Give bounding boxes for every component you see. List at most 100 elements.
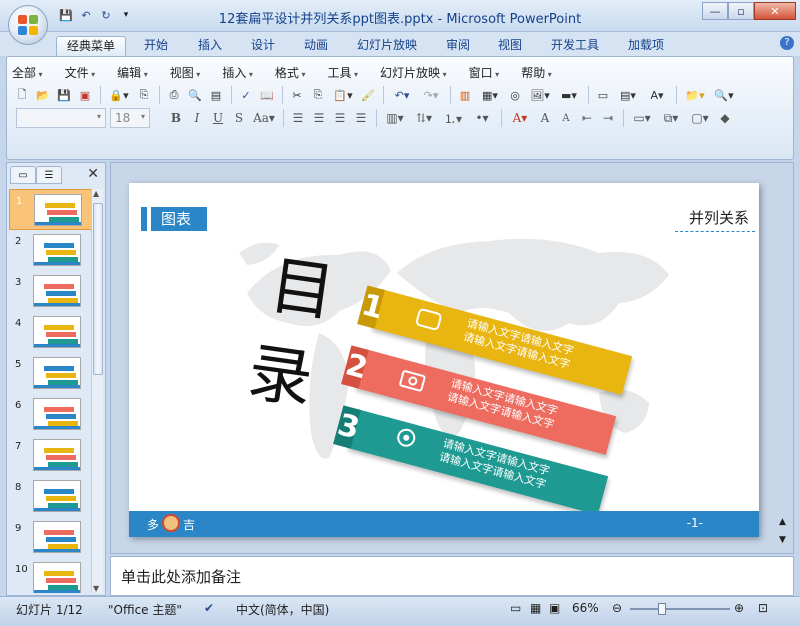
menu-tools[interactable]: 工具 — [327, 64, 358, 80]
align-left-icon[interactable]: ☰ — [288, 108, 308, 128]
menu-view[interactable]: 视图 — [170, 64, 201, 80]
tab-insert[interactable]: 插入 — [188, 36, 232, 56]
slides-tab[interactable]: ▭ — [10, 166, 36, 184]
tab-developer[interactable]: 开发工具 — [541, 36, 609, 56]
zoom-in-icon[interactable]: ⊕ — [734, 601, 744, 615]
status-theme[interactable]: "Office 主题" — [108, 601, 182, 618]
decrease-indent-icon[interactable]: ⇤ — [577, 108, 597, 128]
print-icon[interactable]: ⎙ — [164, 85, 184, 105]
clipart-icon[interactable]: ◎ — [505, 85, 525, 105]
slide-thumbnail[interactable]: 10 — [9, 558, 93, 593]
slide-thumbnail[interactable]: 7 — [9, 435, 93, 476]
folder-icon[interactable]: 📁▾ — [681, 85, 709, 105]
textbox-icon[interactable]: A▾ — [643, 85, 671, 105]
fit-to-window-icon[interactable]: ⊡ — [758, 601, 768, 615]
slide-thumbnail[interactable]: 5 — [9, 353, 93, 394]
prev-slide-icon[interactable]: ▲ — [779, 517, 786, 527]
justify-icon[interactable]: ☰ — [351, 108, 371, 128]
table-icon[interactable]: ▦▾ — [476, 85, 504, 105]
undo-icon[interactable]: ↶▾ — [388, 85, 416, 105]
grow-font-icon[interactable]: A — [535, 108, 555, 128]
line-color-icon[interactable]: ▬▾ — [555, 85, 583, 105]
font-name-select[interactable]: ▾ — [16, 108, 106, 128]
research-icon[interactable]: 📖 — [257, 85, 277, 105]
menu-format[interactable]: 格式 — [275, 64, 306, 80]
minimize-button[interactable]: — — [702, 2, 728, 20]
tab-home[interactable]: 开始 — [134, 36, 178, 56]
menu-insert[interactable]: 插入 — [222, 64, 253, 80]
print-preview-icon[interactable]: 🔍 — [185, 85, 205, 105]
slide-thumbnail[interactable]: 8 — [9, 476, 93, 517]
normal-view-icon[interactable]: ▭ — [510, 601, 521, 615]
tab-classic-menu[interactable]: 经典菜单 — [56, 36, 127, 56]
slide-thumbnail[interactable]: 3 — [9, 271, 93, 312]
spelling-icon[interactable]: ✓ — [236, 85, 256, 105]
zoom-level[interactable]: 66% — [572, 601, 599, 615]
paste-icon[interactable]: 📋▾ — [329, 85, 357, 105]
chart-icon[interactable]: ▥ — [455, 85, 475, 105]
tab-animation[interactable]: 动画 — [294, 36, 338, 56]
notes-pane[interactable]: 单击此处添加备注 — [110, 556, 794, 596]
slide-thumbnail[interactable]: 6 — [9, 394, 93, 435]
view-icon[interactable]: ▤ — [206, 85, 226, 105]
new-slide-icon[interactable]: ▭ — [593, 85, 613, 105]
bullets-icon[interactable]: •▾ — [468, 108, 496, 128]
status-language[interactable]: 中文(简体，中国) — [236, 601, 329, 618]
zoom-out-icon[interactable]: ⊖ — [612, 601, 622, 615]
change-case-icon[interactable]: Aa▾ — [250, 108, 278, 128]
numbering-icon[interactable]: ⒈▾ — [439, 108, 467, 128]
font-size-select[interactable]: 18 ▾ — [110, 108, 150, 128]
publish-icon[interactable]: ⎘ — [134, 85, 154, 105]
menu-help[interactable]: 帮助 — [521, 64, 552, 80]
save-icon[interactable]: 💾 — [54, 85, 74, 105]
slide-thumbnail[interactable]: 4 — [9, 312, 93, 353]
redo-icon[interactable]: ↷▾ — [417, 85, 445, 105]
slide-thumbnail[interactable]: 1 — [9, 189, 93, 230]
slides-scrollbar[interactable]: ▲ ▼ — [91, 189, 103, 593]
outline-tab[interactable]: ☰ — [36, 166, 62, 184]
align-right-icon[interactable]: ☰ — [330, 108, 350, 128]
tab-view[interactable]: 视图 — [488, 36, 532, 56]
align-center-icon[interactable]: ☰ — [309, 108, 329, 128]
bold-icon[interactable]: B — [166, 108, 186, 128]
underline-icon[interactable]: U — [208, 108, 228, 128]
editor-scrollbar[interactable]: ▲ ▼ — [777, 165, 791, 551]
shape-fill-icon[interactable]: ◆ — [715, 108, 735, 128]
arrange-icon[interactable]: ⧉▾ — [657, 108, 685, 128]
font-color-icon[interactable]: A▾ — [506, 108, 534, 128]
slide-canvas[interactable]: 图表 并列关系 目 录 1 请输入文字请输入文字 请输入文字请输入文字 2 请输… — [129, 183, 759, 537]
permission-icon[interactable]: 🔒▾ — [105, 85, 133, 105]
italic-icon[interactable]: I — [187, 108, 207, 128]
find-icon[interactable]: 🔍▾ — [710, 85, 738, 105]
spell-check-icon[interactable]: ✔ — [204, 601, 214, 615]
columns-icon[interactable]: ▥▾ — [381, 108, 409, 128]
close-button[interactable]: ✕ — [754, 2, 796, 20]
quick-styles-icon[interactable]: ▢▾ — [686, 108, 714, 128]
zoom-slider-thumb[interactable] — [658, 603, 666, 615]
shadow-icon[interactable]: S — [229, 108, 249, 128]
next-slide-icon[interactable]: ▼ — [779, 535, 786, 545]
office-button[interactable] — [8, 5, 48, 45]
new-icon[interactable]: 🗋 — [12, 85, 32, 105]
copy-icon[interactable]: ⎘ — [308, 85, 328, 105]
slide-thumbnail[interactable]: 2 — [9, 230, 93, 271]
tab-design[interactable]: 设计 — [241, 36, 285, 56]
menu-file[interactable]: 文件 — [65, 64, 96, 80]
slide-sorter-icon[interactable]: ▦ — [530, 601, 541, 615]
shrink-font-icon[interactable]: A — [556, 108, 576, 128]
tab-review[interactable]: 审阅 — [436, 36, 480, 56]
slideshow-view-icon[interactable]: ▣ — [549, 601, 560, 615]
close-pane-icon[interactable]: ✕ — [87, 166, 99, 182]
tab-slideshow[interactable]: 幻灯片放映 — [347, 36, 427, 56]
menu-window[interactable]: 窗口 — [469, 64, 500, 80]
menu-slideshow[interactable]: 幻灯片放映 — [380, 64, 447, 80]
cut-icon[interactable]: ✂ — [287, 85, 307, 105]
layout-icon[interactable]: ▤▾ — [614, 85, 642, 105]
slides-scroll-thumb[interactable] — [93, 203, 103, 375]
text-direction-icon[interactable]: ⇅▾ — [410, 108, 438, 128]
tab-addins[interactable]: 加载项 — [618, 36, 674, 56]
maximize-button[interactable]: ▫ — [728, 2, 754, 20]
slide-thumbnail[interactable]: 9 — [9, 517, 93, 558]
pdf-icon[interactable]: ▣ — [75, 85, 95, 105]
menu-edit[interactable]: 编辑 — [117, 64, 148, 80]
